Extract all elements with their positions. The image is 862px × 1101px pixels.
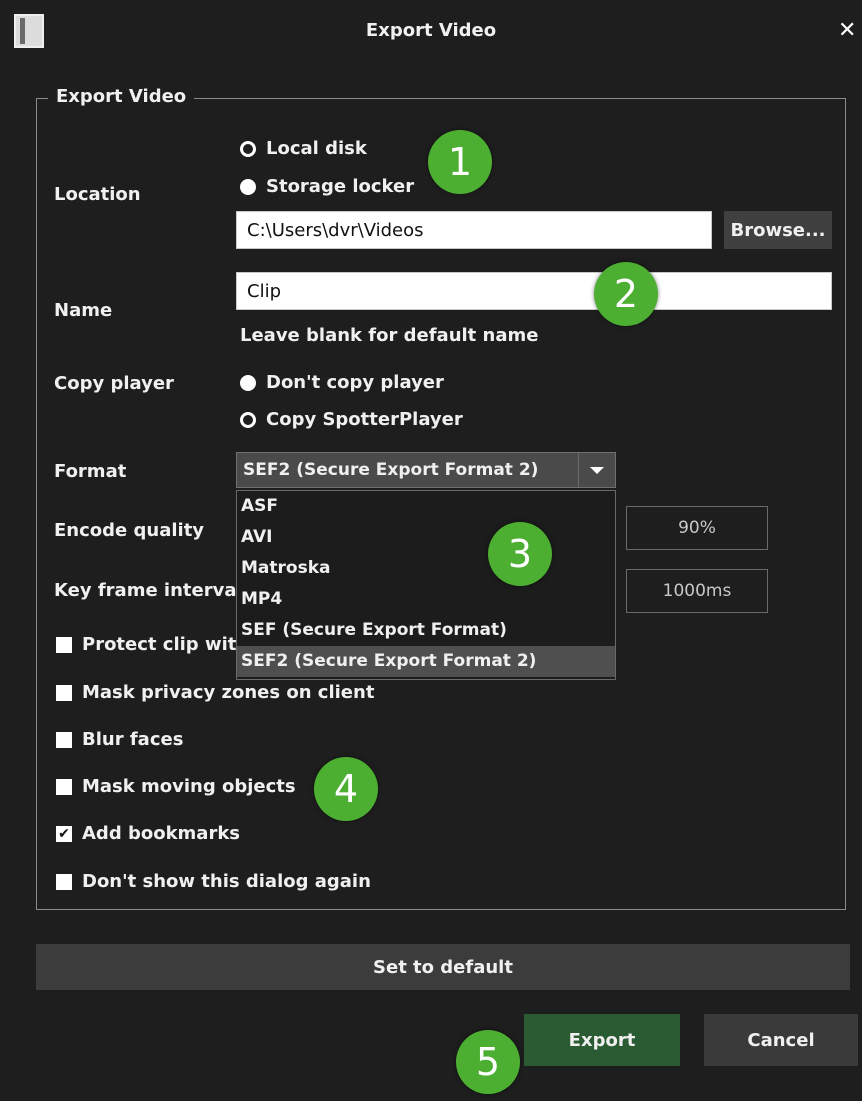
key-frame-interval-value[interactable]: 1000ms — [626, 569, 768, 613]
encode-quality-value[interactable]: 90% — [626, 506, 768, 550]
radio-label: Copy SpotterPlayer — [266, 409, 463, 430]
checkbox-box — [56, 684, 72, 701]
group-legend: Export Video — [48, 86, 195, 107]
name-label: Name — [54, 300, 113, 321]
radio-copy-spotterplayer[interactable]: Copy SpotterPlayer — [240, 409, 463, 430]
format-option-sef[interactable]: SEF (Secure Export Format) — [237, 615, 615, 646]
checkbox-add-bookmarks[interactable]: ✔ Add bookmarks — [56, 823, 240, 844]
format-option-matroska[interactable]: Matroska — [237, 553, 615, 584]
checkbox-label: Mask moving objects — [82, 776, 296, 797]
callout-badge-4: 4 — [314, 757, 378, 821]
checkbox-mask-privacy-zones[interactable]: Mask privacy zones on client — [56, 682, 374, 703]
radio-indicator — [240, 178, 256, 195]
checkbox-label: Blur faces — [82, 729, 184, 750]
checkbox-label: Mask privacy zones on client — [82, 682, 375, 703]
radio-storage-locker[interactable]: Storage locker — [240, 176, 414, 197]
close-icon[interactable]: ✕ — [838, 18, 856, 43]
checkbox-mask-moving-objects[interactable]: Mask moving objects — [56, 776, 296, 797]
radio-indicator — [240, 140, 256, 157]
checkbox-label: Don't show this dialog again — [82, 871, 371, 892]
location-label: Location — [54, 184, 141, 205]
encode-quality-label: Encode quality — [54, 520, 205, 541]
callout-badge-1: 1 — [428, 130, 492, 194]
radio-indicator — [240, 374, 256, 391]
format-option-asf[interactable]: ASF — [237, 491, 615, 522]
window-title: Export Video — [365, 20, 497, 41]
checkbox-box — [56, 636, 72, 653]
checkbox-box — [56, 778, 72, 795]
checkbox-box — [56, 731, 72, 748]
format-selected-value: SEF2 (Secure Export Format 2) — [243, 460, 539, 480]
copy-player-label: Copy player — [54, 373, 174, 394]
checkbox-blur-faces[interactable]: Blur faces — [56, 729, 183, 750]
format-select[interactable]: SEF2 (Secure Export Format 2) — [236, 452, 616, 488]
browse-button[interactable]: Browse... — [724, 211, 832, 249]
key-frame-interval-label: Key frame interval — [54, 580, 243, 601]
radio-label: Local disk — [266, 138, 367, 159]
radio-indicator — [240, 411, 256, 428]
cancel-button[interactable]: Cancel — [704, 1014, 858, 1066]
checkbox-protect-clip[interactable]: Protect clip with — [56, 634, 249, 655]
check-icon: ✔ — [56, 825, 72, 842]
radio-local-disk[interactable]: Local disk — [240, 138, 367, 159]
checkbox-box — [56, 873, 72, 890]
radio-label: Storage locker — [266, 176, 415, 197]
radio-dont-copy-player[interactable]: Don't copy player — [240, 372, 444, 393]
name-input[interactable]: Clip — [236, 272, 832, 310]
format-option-sef2[interactable]: SEF2 (Secure Export Format 2) — [237, 646, 615, 677]
chevron-down-icon[interactable] — [578, 453, 615, 487]
format-dropdown-list: ASF AVI Matroska MP4 SEF (Secure Export … — [236, 490, 616, 680]
location-path-input[interactable]: C:\Users\dvr\Videos — [236, 211, 712, 249]
callout-badge-2: 2 — [594, 262, 658, 326]
checkbox-dont-show-again[interactable]: Don't show this dialog again — [56, 871, 371, 892]
radio-label: Don't copy player — [266, 372, 444, 393]
callout-badge-3: 3 — [488, 522, 552, 586]
callout-badge-5: 5 — [456, 1030, 520, 1094]
export-button[interactable]: Export — [524, 1014, 680, 1066]
checkbox-label: Protect clip with — [82, 634, 250, 655]
format-label: Format — [54, 461, 127, 482]
name-hint: Leave blank for default name — [240, 325, 539, 346]
set-to-default-button[interactable]: Set to default — [36, 944, 850, 990]
format-option-avi[interactable]: AVI — [237, 522, 615, 553]
checkbox-label: Add bookmarks — [82, 823, 241, 844]
format-option-mp4[interactable]: MP4 — [237, 584, 615, 615]
